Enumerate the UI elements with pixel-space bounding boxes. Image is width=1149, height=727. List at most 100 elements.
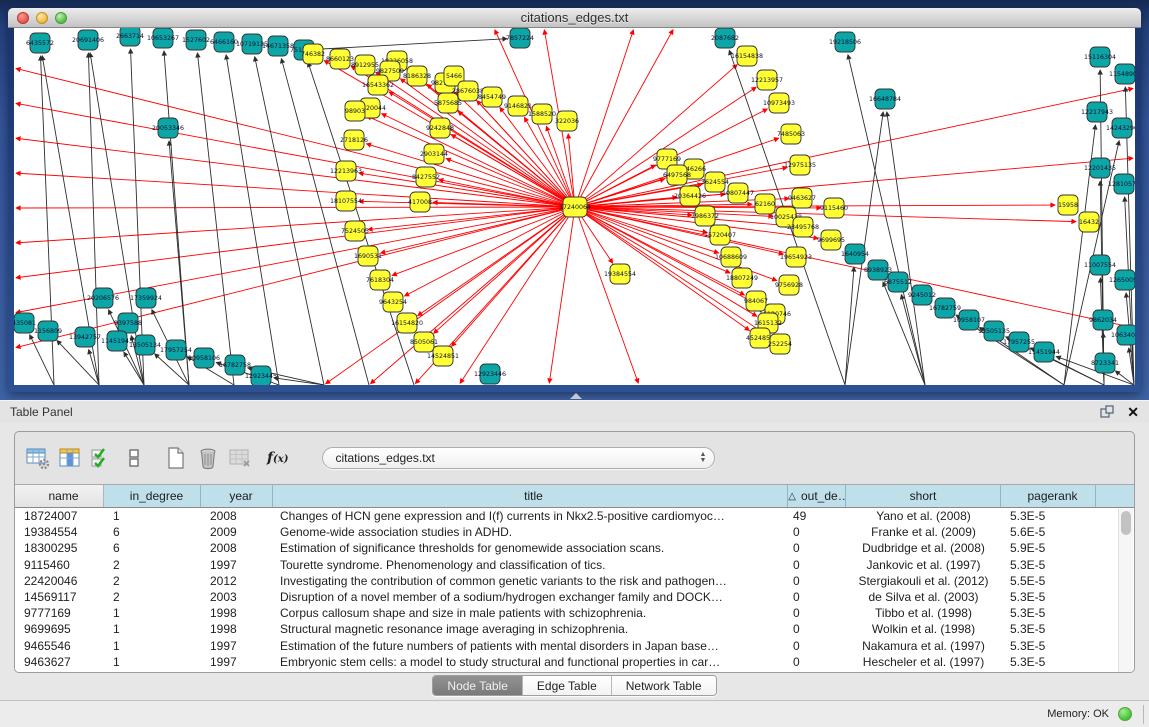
- graph-node[interactable]: 12217943: [1081, 102, 1113, 122]
- graph-node[interactable]: 17240064: [559, 197, 591, 217]
- table-cell[interactable]: 2: [104, 574, 201, 588]
- graph-node[interactable]: 6497568: [663, 165, 691, 185]
- graph-node[interactable]: 2087682: [711, 28, 739, 48]
- graph-node[interactable]: 16648784: [869, 89, 901, 109]
- table-cell[interactable]: 6: [104, 525, 201, 539]
- table-cell[interactable]: 0: [788, 590, 846, 604]
- graph-node[interactable]: 1690531: [354, 246, 382, 266]
- table-cell[interactable]: 1998: [201, 606, 273, 620]
- table-header-cell[interactable]: △out_de…: [788, 485, 846, 507]
- table-header-cell[interactable]: short: [846, 485, 1001, 507]
- table-cell[interactable]: 5.3E-5: [1001, 509, 1096, 523]
- table-cell[interactable]: 5.3E-5: [1001, 639, 1096, 653]
- graph-node[interactable]: 20206576: [87, 288, 119, 308]
- table-cell[interactable]: 0: [788, 558, 846, 572]
- table-cell[interactable]: 1997: [201, 558, 273, 572]
- table-cell[interactable]: Changes of HCN gene expression and I(f) …: [273, 509, 788, 523]
- graph-node[interactable]: 12975135: [784, 155, 816, 175]
- graph-node[interactable]: 6875512: [884, 272, 912, 292]
- graph-node[interactable]: 10653267: [147, 28, 179, 48]
- table-cell[interactable]: 0: [788, 622, 846, 636]
- table-row[interactable]: 969969511998Structural magnetic resonanc…: [15, 621, 1118, 637]
- table-cell[interactable]: Estimation of significance thresholds fo…: [273, 541, 788, 555]
- table-cell[interactable]: 1: [104, 606, 201, 620]
- table-cell[interactable]: 9115460: [15, 558, 104, 572]
- table-row[interactable]: 1830029562008Estimation of significance …: [15, 540, 1118, 556]
- table-row[interactable]: 1938455462009Genome-wide association stu…: [15, 524, 1118, 540]
- network-canvas[interactable]: 1724006464355722069140626637141065326715…: [14, 28, 1135, 385]
- memory-status-indicator[interactable]: [1118, 707, 1132, 721]
- table-cell[interactable]: 1: [104, 622, 201, 636]
- table-cell[interactable]: 0: [788, 655, 846, 669]
- tab-network-table[interactable]: Network Table: [612, 676, 716, 695]
- table-cell[interactable]: 2008: [201, 509, 273, 523]
- graph-node[interactable]: 20691406: [72, 30, 104, 50]
- graph-node[interactable]: 15958: [1058, 195, 1078, 215]
- tab-node-table[interactable]: Node Table: [433, 676, 523, 695]
- panel-resize-grip[interactable]: [570, 393, 582, 399]
- row-height-icon[interactable]: [119, 443, 149, 473]
- graph-node[interactable]: 9245012: [908, 285, 936, 305]
- graph-node[interactable]: 7618304: [366, 270, 394, 290]
- table-cell[interactable]: 9777169: [15, 606, 104, 620]
- table-selector[interactable]: citations_edges.txt ▲▼: [322, 447, 715, 469]
- new-document-icon[interactable]: [161, 443, 191, 473]
- graph-node[interactable]: 8186328: [403, 66, 431, 86]
- table-cell[interactable]: Embryonic stem cells: a model to study s…: [273, 655, 788, 669]
- table-cell[interactable]: 19384554: [15, 525, 104, 539]
- graph-node[interactable]: 417008: [408, 192, 432, 212]
- graph-node[interactable]: 12213963: [330, 161, 362, 181]
- table-cell[interactable]: 2: [104, 558, 201, 572]
- table-cell[interactable]: Disruption of a novel member of a sodium…: [273, 590, 788, 604]
- graph-node[interactable]: 15116304: [1084, 47, 1116, 67]
- graph-node[interactable]: 9756928: [775, 275, 803, 295]
- graph-node[interactable]: 322036: [555, 111, 579, 131]
- graph-node[interactable]: 16432: [1079, 212, 1099, 232]
- graph-node[interactable]: 2903144: [420, 144, 448, 164]
- graph-node[interactable]: 19218506: [829, 32, 861, 52]
- graph-node[interactable]: 9397588: [114, 313, 142, 333]
- table-cell[interactable]: 5.9E-5: [1001, 541, 1096, 555]
- graph-node[interactable]: 9643254: [379, 292, 407, 312]
- graph-node[interactable]: 6435572: [26, 33, 54, 53]
- graph-node[interactable]: 19384554: [604, 264, 636, 284]
- function-builder-icon[interactable]: f(x): [267, 450, 288, 466]
- graph-node[interactable]: 10958107: [953, 310, 985, 330]
- graph-node[interactable]: 11548908: [1109, 64, 1135, 84]
- graph-node[interactable]: 9242848: [426, 118, 454, 138]
- table-scrollbar[interactable]: [1118, 509, 1133, 673]
- table-cell[interactable]: Investigating the contribution of common…: [273, 574, 788, 588]
- table-row[interactable]: 946362711997Embryonic stem cells: a mode…: [15, 654, 1118, 670]
- table-cell[interactable]: Corpus callosum shape and size in male p…: [273, 606, 788, 620]
- graph-node[interactable]: 5875685: [434, 93, 462, 113]
- graph-node[interactable]: 13505134: [129, 335, 161, 355]
- table-cell[interactable]: 18724007: [15, 509, 104, 523]
- table-cell[interactable]: 0: [788, 541, 846, 555]
- graph-node[interactable]: 62160: [755, 194, 775, 214]
- table-row[interactable]: 2242004622012Investigating the contribut…: [15, 573, 1118, 589]
- table-cell[interactable]: 6: [104, 541, 201, 555]
- table-cell[interactable]: 9699695: [15, 622, 104, 636]
- graph-node[interactable]: 20053346: [152, 118, 184, 138]
- table-cell[interactable]: Tourette syndrome. Phenomenology and cla…: [273, 558, 788, 572]
- table-cell[interactable]: 22420046: [15, 574, 104, 588]
- graph-node[interactable]: 98903: [345, 101, 365, 121]
- graph-node[interactable]: 984067: [744, 291, 768, 311]
- table-cell[interactable]: 14569117: [15, 590, 104, 604]
- table-cell[interactable]: 2009: [201, 525, 273, 539]
- graph-node[interactable]: 746382: [301, 44, 325, 64]
- table-cell[interactable]: 5.3E-5: [1001, 622, 1096, 636]
- table-row[interactable]: 946554611997Estimation of the future num…: [15, 638, 1118, 654]
- table-cell[interactable]: Yano et al. (2008): [846, 509, 1001, 523]
- table-cell[interactable]: Genome-wide association studies in ADHD.: [273, 525, 788, 539]
- delete-icon[interactable]: [193, 443, 223, 473]
- close-panel-icon[interactable]: ✕: [1127, 405, 1139, 419]
- graph-node[interactable]: 12923446: [474, 364, 506, 384]
- table-row[interactable]: 1456911722003Disruption of a novel membe…: [15, 589, 1118, 605]
- graph-node[interactable]: 18807249: [726, 268, 758, 288]
- table-header-cell[interactable]: in_degree: [104, 485, 201, 507]
- table-cell[interactable]: 5.3E-5: [1001, 558, 1096, 572]
- table-cell[interactable]: 9463627: [15, 655, 104, 669]
- table-cell[interactable]: 5.5E-5: [1001, 574, 1096, 588]
- table-cell[interactable]: 9465546: [15, 639, 104, 653]
